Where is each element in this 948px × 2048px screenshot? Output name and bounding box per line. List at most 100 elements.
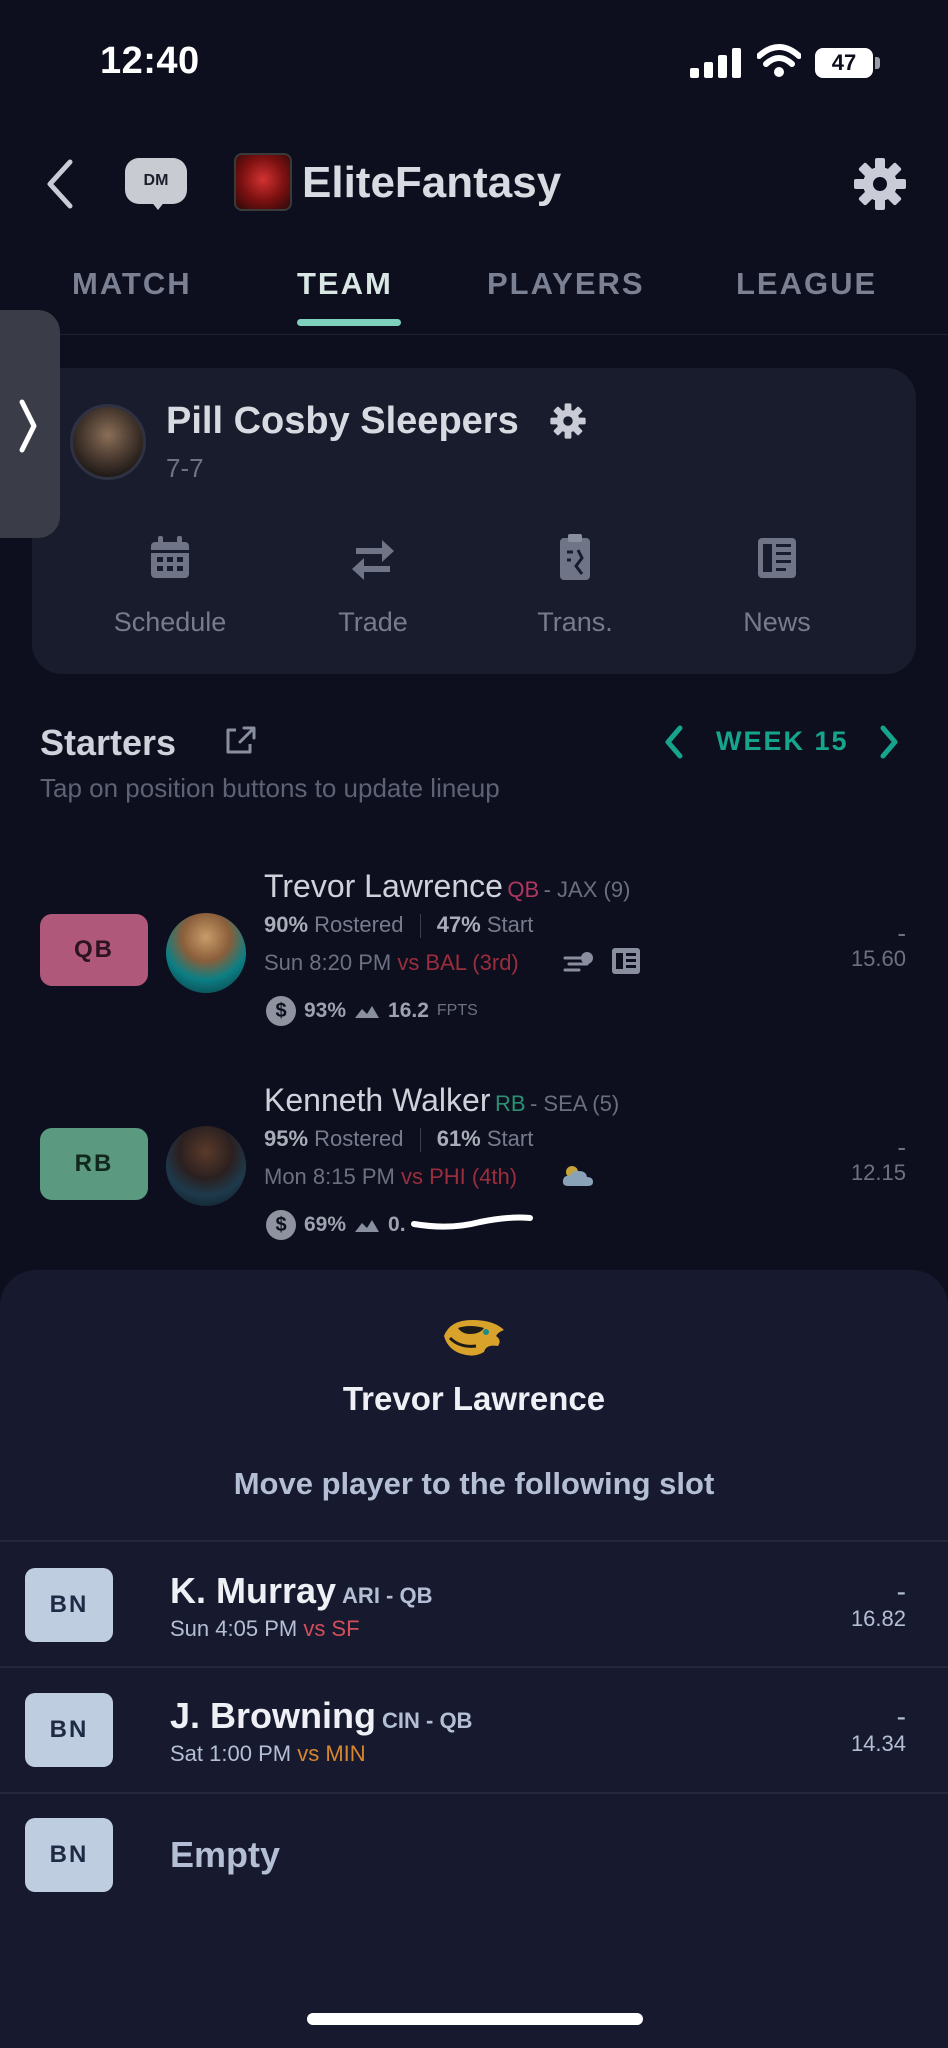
schedule-label: Schedule xyxy=(113,607,227,637)
signal-icon xyxy=(690,48,741,78)
player-photo xyxy=(166,913,246,993)
weather-cloud-icon xyxy=(562,1166,593,1186)
team-settings-gear-icon[interactable] xyxy=(549,402,587,440)
trend-icon xyxy=(355,1006,380,1018)
player-score: - xyxy=(897,918,906,948)
player-pos-tag: QB xyxy=(507,877,540,902)
slot-projection: - 14.34 xyxy=(820,1703,906,1757)
news-button[interactable]: News xyxy=(697,532,857,638)
drawer-handle[interactable] xyxy=(0,310,60,538)
slot-player-name: J. Browning CIN - QB xyxy=(170,1695,472,1737)
week-label: WEEK 15 xyxy=(716,726,849,756)
dm-button[interactable]: DM xyxy=(125,158,187,212)
dollar-icon: $ xyxy=(266,1210,296,1240)
slot-row-browning[interactable] xyxy=(0,1668,948,1792)
separator xyxy=(419,914,421,939)
tab-league[interactable]: LEAGUE xyxy=(736,266,877,302)
tab-divider xyxy=(0,334,948,335)
slot-game-time: Sun 4:05 PM xyxy=(170,1616,298,1641)
slot-player-name-text: J. Browning xyxy=(170,1695,376,1736)
opponent: vs BAL (3rd) xyxy=(397,950,519,975)
home-indicator xyxy=(307,2013,643,2025)
trend-icon xyxy=(355,1220,380,1232)
slot-row-murray[interactable] xyxy=(0,1542,948,1666)
rostered-label: Rostered xyxy=(314,912,404,937)
slot-projection-value: 16.82 xyxy=(850,1606,906,1631)
player-name[interactable]: Kenneth Walker xyxy=(264,1082,490,1118)
share-icon[interactable] xyxy=(222,722,258,758)
rb-position-button[interactable]: RB xyxy=(40,1128,148,1200)
tab-players[interactable]: PLAYERS xyxy=(487,266,645,302)
slot-opponent: vs SF xyxy=(303,1616,360,1641)
rostered-label: Rostered xyxy=(314,1126,404,1151)
week-prev-chevron-icon[interactable] xyxy=(660,722,688,762)
calendar-icon xyxy=(151,536,189,578)
back-icon[interactable] xyxy=(40,156,80,212)
rostered-pct: 90% xyxy=(264,912,309,937)
salary-pct: 93% xyxy=(304,999,347,1022)
dm-label: DM xyxy=(125,158,187,204)
week-next-chevron-icon[interactable] xyxy=(875,722,903,762)
schedule-button[interactable]: Schedule xyxy=(90,532,250,638)
trade-button[interactable]: Trade xyxy=(293,532,453,638)
player-header[interactable]: Trevor Lawrence QB - JAX (9) xyxy=(264,868,630,905)
sheet-prompt: Move player to the following slot xyxy=(233,1466,715,1501)
player-ownership: 90% Rostered 47% Start xyxy=(264,912,534,939)
player-name[interactable]: Trevor Lawrence xyxy=(264,868,503,904)
start-label: Start xyxy=(486,912,534,937)
slot-player-name-text: K. Murray xyxy=(170,1570,337,1611)
sheet-player-name: Trevor Lawrence xyxy=(342,1380,606,1417)
app-logo xyxy=(234,153,292,211)
battery-nub xyxy=(875,57,880,69)
slot-score: - xyxy=(896,1701,906,1732)
slot-projection-value: 14.34 xyxy=(850,1731,906,1756)
slot-row-empty[interactable] xyxy=(0,1794,948,1918)
player-score: - xyxy=(897,1132,906,1162)
bench-slot-pill[interactable]: BN xyxy=(25,1818,113,1892)
slot-player-name: K. Murray ARI - QB xyxy=(170,1570,433,1612)
salary-pct: 69% xyxy=(304,1213,347,1236)
weather-wind-icon xyxy=(563,952,593,972)
player-projection: - 12.15 xyxy=(820,1134,906,1186)
battery-icon: 47 xyxy=(815,48,873,78)
transactions-button[interactable]: Trans. xyxy=(495,532,655,638)
slot-team-pos: ARI - QB xyxy=(342,1583,433,1608)
news-label: News xyxy=(743,607,811,637)
gear-icon[interactable] xyxy=(852,156,908,212)
projection-value: 15.60 xyxy=(850,946,906,971)
qb-position-button[interactable]: QB xyxy=(40,914,148,986)
team-record: 7-7 xyxy=(166,453,204,483)
tab-team[interactable]: TEAM xyxy=(297,266,393,302)
start-label: Start xyxy=(486,1126,534,1151)
player-team-info: - SEA (5) xyxy=(529,1091,620,1116)
fpts-value: 0. xyxy=(388,1213,406,1236)
dollar-icon: $ xyxy=(266,996,296,1026)
transactions-label: Trans. xyxy=(537,607,613,637)
player-pos-tag: RB xyxy=(494,1091,526,1116)
bench-slot-pill[interactable]: BN xyxy=(25,1693,113,1767)
projection-value: 12.15 xyxy=(850,1160,906,1185)
starters-subtitle: Tap on position buttons to update lineup xyxy=(40,773,500,803)
start-pct: 61% xyxy=(436,1126,481,1151)
slot-team-pos: CIN - QB xyxy=(382,1708,473,1733)
status-time: 12:40 xyxy=(100,40,200,82)
tab-match[interactable]: MATCH xyxy=(72,266,192,302)
player-photo xyxy=(166,1126,246,1206)
player-header[interactable]: Kenneth Walker RB - SEA (5) xyxy=(264,1082,619,1119)
news-icon-small[interactable] xyxy=(610,946,642,976)
slot-score: - xyxy=(896,1576,906,1607)
scroll-smudge xyxy=(411,1214,533,1230)
opponent: vs PHI (4th) xyxy=(400,1164,518,1189)
slot-opponent: vs MIN xyxy=(297,1741,366,1766)
rostered-pct: 95% xyxy=(264,1126,309,1151)
team-logo-icon xyxy=(444,1320,504,1356)
fantasy-line: $ 93% 16.2 FPTS xyxy=(266,996,478,1026)
empty-slot-label: Empty xyxy=(170,1834,281,1875)
wifi-icon xyxy=(757,44,801,77)
team-name: Pill Cosby Sleepers xyxy=(166,400,519,442)
fpts-label: FPTS xyxy=(436,1002,478,1019)
clipboard-icon xyxy=(560,534,590,580)
start-pct: 47% xyxy=(436,912,481,937)
bench-slot-pill[interactable]: BN xyxy=(25,1568,113,1642)
team-avatar xyxy=(70,404,146,480)
